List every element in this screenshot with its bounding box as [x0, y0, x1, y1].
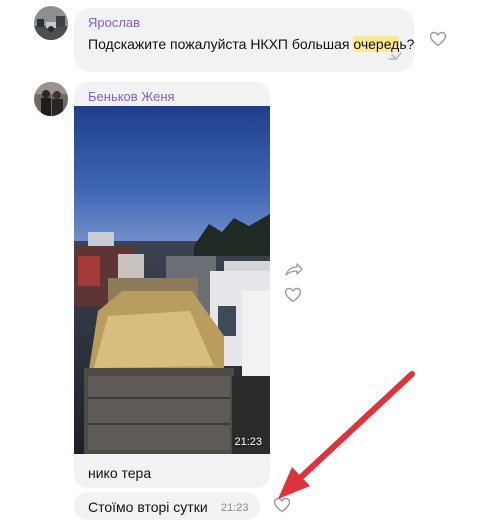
annotation-arrow [278, 371, 415, 499]
